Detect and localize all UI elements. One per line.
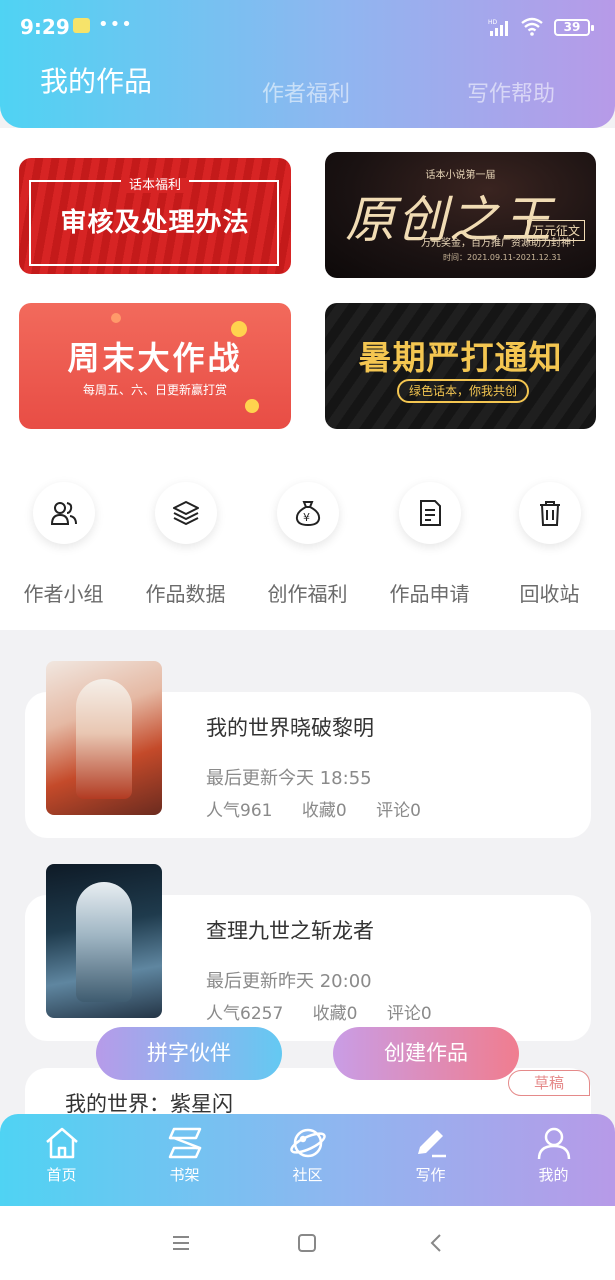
quick-action-label: 创作福利 <box>267 582 348 606</box>
quick-action-label: 作者小组 <box>23 582 104 606</box>
nav-item-home[interactable]: 首页 <box>0 1126 123 1185</box>
message-notification-icon <box>73 18 90 33</box>
nav-label: 写作 <box>415 1166 446 1184</box>
writing-partner-button[interactable]: 拼字伙伴 <box>96 1027 282 1080</box>
work-stats: 人气6257 收藏0 评论0 <box>206 999 456 1024</box>
cellular-signal-icon: HD <box>488 19 508 36</box>
banner-summer-notice[interactable]: 暑期严打通知 绿色话本，你我共创 <box>325 303 596 429</box>
nav-item-profile[interactable]: 我的 <box>492 1126 615 1185</box>
quick-action-work-data[interactable]: 作品数据 <box>125 480 246 607</box>
menu-icon[interactable] <box>166 1228 196 1258</box>
nav-label: 首页 <box>46 1166 77 1184</box>
banner-review-sub: 话本福利 <box>120 178 189 193</box>
quick-action-recycle-bin[interactable]: 回收站 <box>489 480 610 607</box>
banner-summer-pill: 绿色话本，你我共创 <box>397 379 529 403</box>
group-icon <box>50 502 77 525</box>
sparkle-decoration-icon <box>111 313 121 323</box>
wifi-icon <box>521 17 543 36</box>
nav-item-bookshelf[interactable]: 书架 <box>123 1126 246 1185</box>
work-last-update: 最后更新今天 18:55 <box>206 768 372 789</box>
nav-label: 社区 <box>292 1166 323 1184</box>
quick-action-author-group[interactable]: 作者小组 <box>3 480 124 607</box>
status-more-dots: ••• <box>98 14 133 35</box>
work-favorites: 收藏0 <box>301 801 347 821</box>
quick-action-label: 作品数据 <box>145 582 226 606</box>
profile-icon <box>537 1127 570 1160</box>
work-title: 查理九世之斩龙者 <box>206 919 374 943</box>
work-comments: 评论0 <box>376 801 421 821</box>
create-work-button[interactable]: 创建作品 <box>333 1027 519 1080</box>
work-title: 我的世界晓破黎明 <box>206 716 374 740</box>
back-icon[interactable] <box>422 1228 452 1258</box>
network-type-label: HD <box>488 19 498 26</box>
quick-action-label: 回收站 <box>519 582 580 606</box>
planet-icon <box>289 1128 326 1158</box>
nav-label: 我的 <box>538 1166 569 1184</box>
svg-text:¥: ¥ <box>303 511 310 524</box>
banner-weekend-sub: 每周五、六、日更新赢打赏 <box>82 383 227 397</box>
work-favorites: 收藏0 <box>312 1004 358 1024</box>
work-cover-image[interactable] <box>46 661 162 815</box>
banner-review-policy[interactable]: 话本福利 审核及处理办法 <box>19 158 291 274</box>
cover-illustration <box>76 882 132 1002</box>
banner-original-king[interactable]: 话本小说第一届 原创之王 万元征文 万元奖金，百万推广资源助力封神！ 时间：20… <box>325 152 596 278</box>
work-popularity: 人气6257 <box>206 1004 284 1024</box>
quick-action-creation-benefits[interactable]: ¥ 创作福利 <box>247 480 368 607</box>
work-last-update: 最后更新昨天 20:00 <box>206 971 372 992</box>
cover-illustration <box>76 679 132 799</box>
work-comments: 评论0 <box>386 1004 432 1024</box>
quick-action-label: 作品申请 <box>389 582 470 606</box>
nav-item-write[interactable]: 写作 <box>369 1126 492 1185</box>
work-popularity: 人气961 <box>206 801 273 821</box>
status-time: 9:29 <box>20 15 70 39</box>
home-square-icon[interactable] <box>292 1228 322 1258</box>
top-header: 9:29 ••• HD 39 我的作品 作者福利 写作帮助 <box>0 0 615 128</box>
coin-decoration-icon <box>245 399 259 413</box>
system-navigation-bar <box>0 1206 615 1280</box>
banner-summer-title: 暑期严打通知 <box>358 338 563 377</box>
banner-original-date: 时间：2021.09.11-2021.12.31 <box>443 253 562 262</box>
banner-original-line: 万元奖金，百万推广资源助力封神！ <box>421 238 581 249</box>
status-bar: 9:29 ••• HD 39 <box>0 0 615 56</box>
nav-label: 书架 <box>169 1166 200 1184</box>
document-icon <box>419 500 441 526</box>
header-tabs: 我的作品 作者福利 写作帮助 <box>0 64 615 114</box>
layers-icon <box>172 501 199 525</box>
tab-my-works[interactable]: 我的作品 <box>40 60 152 100</box>
money-bag-icon: ¥ <box>295 501 320 527</box>
bookshelf-icon <box>168 1127 201 1159</box>
nav-item-community[interactable]: 社区 <box>246 1126 369 1185</box>
bottom-navigation: 首页 书架 社区 写作 我的 <box>0 1114 615 1206</box>
trash-icon <box>539 501 560 526</box>
tab-writing-help[interactable]: 写作帮助 <box>467 76 555 108</box>
banner-review-title: 审核及处理办法 <box>60 208 250 238</box>
work-cover-image[interactable] <box>46 864 162 1018</box>
home-icon <box>45 1127 78 1159</box>
banner-weekend-battle[interactable]: 周末大作战 每周五、六、日更新赢打赏 <box>19 303 291 429</box>
quick-action-work-application[interactable]: 作品申请 <box>369 480 490 607</box>
banner-original-top: 话本小说第一届 <box>425 170 496 181</box>
battery-icon: 39 <box>554 19 594 36</box>
banner-weekend-title: 周末大作战 <box>67 339 243 377</box>
tab-author-benefits[interactable]: 作者福利 <box>262 76 350 108</box>
quick-actions: 作者小组 作品数据 ¥ 创作福利 作品申请 回收站 <box>0 480 615 610</box>
work-stats: 人气961 收藏0 评论0 <box>206 796 445 821</box>
pen-icon <box>417 1130 446 1158</box>
draft-badge: 草稿 <box>508 1070 590 1096</box>
